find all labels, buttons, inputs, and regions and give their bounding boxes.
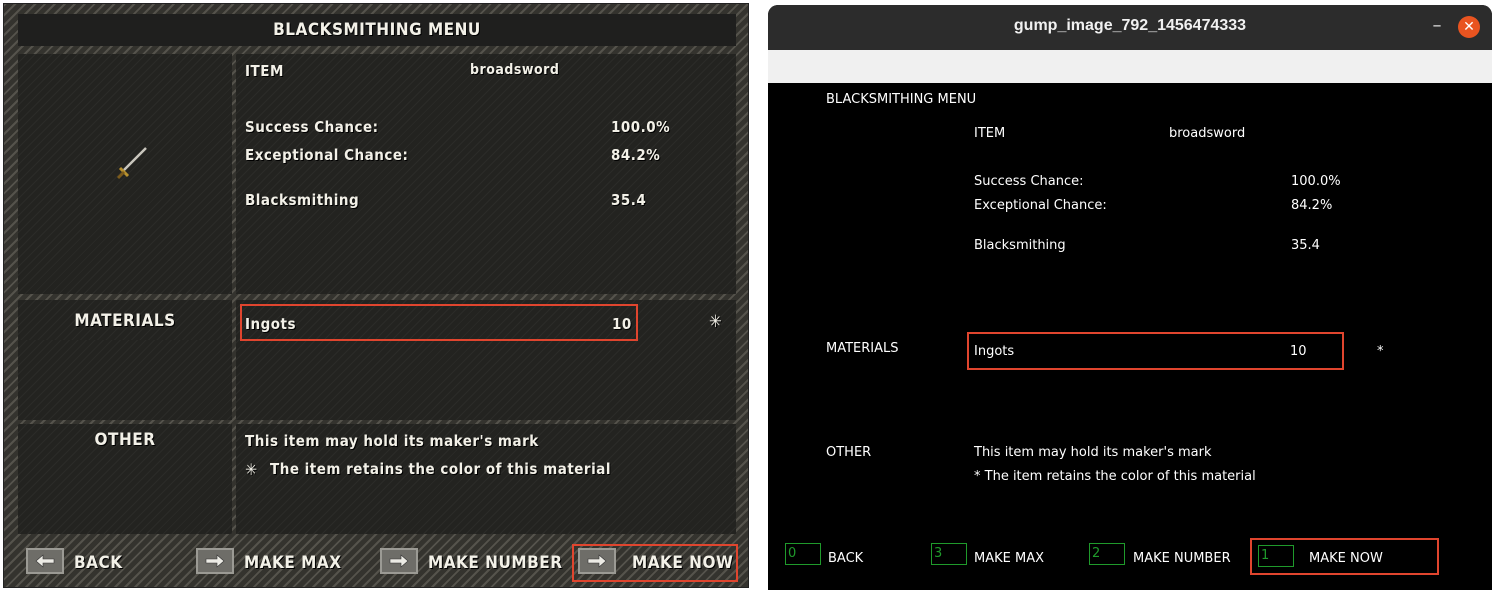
- blacksmithing-gump: BLACKSMITHING MENU ITEM broadsword Succe…: [3, 3, 749, 588]
- item-image-panel: [18, 54, 232, 294]
- gump-title: BLACKSMITHING MENU: [273, 20, 481, 40]
- exceptional-chance-value: 84.2%: [611, 146, 661, 164]
- render-skill-label: Blacksmithing: [974, 238, 1066, 253]
- render-exceptional-label: Exceptional Chance:: [974, 198, 1107, 213]
- render-material-quantity: 10: [1290, 344, 1307, 359]
- sword-icon: [116, 147, 147, 180]
- materials-left-panel: [18, 340, 232, 420]
- render-success-label: Success Chance:: [974, 174, 1084, 189]
- materials-label: MATERIALS: [74, 311, 176, 331]
- make-max-button[interactable]: [196, 548, 234, 574]
- render-skill-value: 35.4: [1291, 238, 1320, 253]
- render-color-retain-note: * The item retains the color of this mat…: [974, 469, 1256, 484]
- color-note-marker: ✳: [245, 460, 258, 479]
- close-button[interactable]: ✕: [1458, 16, 1480, 38]
- render-material-name: Ingots: [974, 344, 1015, 359]
- window-menubar: [768, 50, 1492, 83]
- back-button[interactable]: [26, 548, 64, 574]
- success-chance-value: 100.0%: [611, 118, 671, 136]
- render-materials-label: MATERIALS: [826, 341, 899, 356]
- materials-highlight-box: [240, 304, 638, 341]
- make-number-label[interactable]: MAKE NUMBER: [428, 553, 563, 573]
- forward-arrow-icon: [205, 554, 225, 568]
- make-number-button-id[interactable]: 2: [1089, 543, 1125, 565]
- minimize-button[interactable]: –: [1425, 15, 1449, 39]
- render-materials-highlight-box: [967, 332, 1344, 370]
- render-make-number-label[interactable]: MAKE NUMBER: [1133, 551, 1231, 566]
- render-other-label: OTHER: [826, 445, 872, 460]
- exceptional-chance-label: Exceptional Chance:: [245, 146, 409, 164]
- render-back-label[interactable]: BACK: [828, 551, 863, 566]
- gump-render-canvas: BLACKSMITHING MENU ITEM broadsword Succe…: [768, 83, 1492, 590]
- render-exceptional-value: 84.2%: [1291, 198, 1333, 213]
- color-retain-note: The item retains the color of this mater…: [270, 460, 611, 478]
- back-label[interactable]: BACK: [74, 553, 123, 573]
- window-title: gump_image_792_1456474333: [1013, 17, 1247, 34]
- back-arrow-icon: [35, 554, 55, 568]
- render-title: BLACKSMITHING MENU: [826, 92, 977, 107]
- render-item-label: ITEM: [974, 126, 1006, 141]
- item-label: ITEM: [245, 62, 284, 80]
- makers-mark-note: This item may hold its maker's mark: [245, 432, 539, 450]
- skill-label: Blacksmithing: [245, 191, 360, 209]
- item-details-panel: [236, 54, 736, 294]
- render-item-name: broadsword: [1169, 126, 1246, 141]
- success-chance-label: Success Chance:: [245, 118, 379, 136]
- other-label: OTHER: [94, 430, 156, 450]
- make-number-button[interactable]: [380, 548, 418, 574]
- material-color-marker: ✳: [709, 312, 723, 332]
- render-success-value: 100.0%: [1291, 174, 1341, 189]
- make-now-highlight-box: [572, 544, 738, 582]
- skill-value: 35.4: [611, 191, 647, 209]
- render-make-max-label[interactable]: MAKE MAX: [974, 551, 1044, 566]
- image-viewer-window: gump_image_792_1456474333 – ✕ BLACKSMITH…: [768, 5, 1492, 590]
- window-titlebar[interactable]: gump_image_792_1456474333 – ✕: [768, 5, 1492, 50]
- back-button-id[interactable]: 0: [785, 543, 821, 565]
- forward-arrow-icon: [389, 554, 409, 568]
- render-make-now-label[interactable]: MAKE NOW: [1309, 551, 1383, 566]
- item-name: broadsword: [470, 62, 560, 78]
- make-max-label[interactable]: MAKE MAX: [244, 553, 342, 573]
- make-max-button-id[interactable]: 3: [931, 543, 967, 565]
- make-now-button-id[interactable]: 1: [1258, 545, 1294, 567]
- render-makers-mark-note: This item may hold its maker's mark: [974, 445, 1212, 460]
- render-material-marker: *: [1377, 344, 1384, 359]
